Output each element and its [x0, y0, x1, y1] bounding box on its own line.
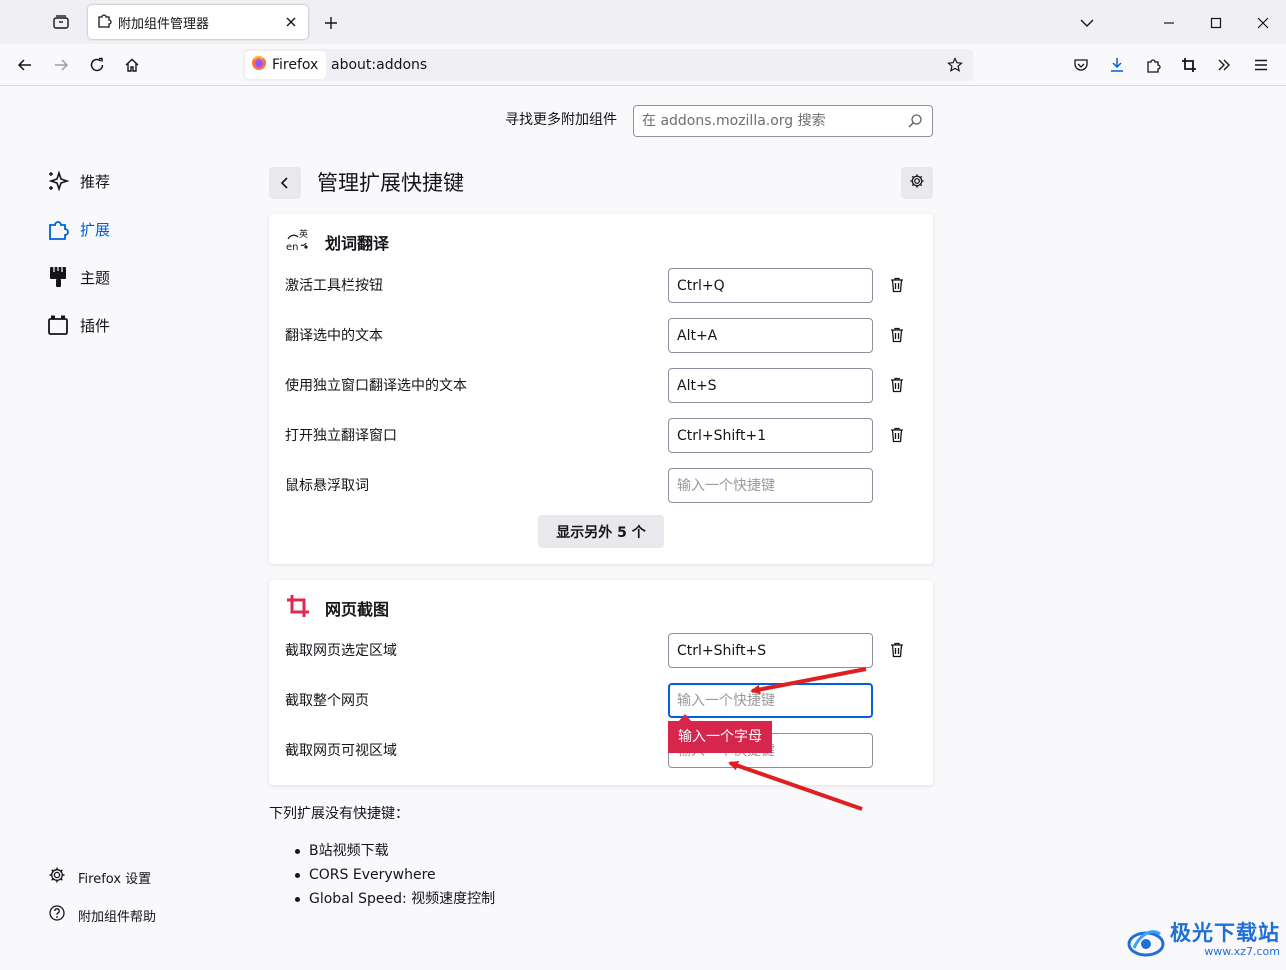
- shortcut-label: 截取网页选定区域: [285, 643, 397, 659]
- extension-name: 网页截图: [325, 600, 390, 619]
- aurora-logo-icon: [1127, 930, 1165, 957]
- shortcut-input[interactable]: [668, 683, 873, 718]
- shortcut-input[interactable]: [668, 633, 873, 668]
- tab-close-icon[interactable]: [282, 13, 300, 31]
- addons-page: 寻找更多附加组件 推荐 扩展 主题 插件 Firefox 设置: [0, 86, 1286, 970]
- footer-link-label: Firefox 设置: [78, 871, 152, 887]
- category-label: 推荐: [80, 172, 111, 191]
- watermark-logo: 极光下载站 www.xz7.com: [1126, 918, 1281, 962]
- gear-icon: [909, 173, 925, 193]
- bookmark-star-icon[interactable]: [943, 53, 967, 77]
- trash-icon[interactable]: [887, 324, 907, 346]
- tab-bar: 附加组件管理器: [0, 0, 1286, 44]
- window-close-icon[interactable]: [1252, 12, 1274, 34]
- no-shortcuts-heading: 下列扩展没有快捷键：: [269, 806, 409, 822]
- watermark-title: 极光下载站: [1170, 921, 1280, 945]
- trash-icon[interactable]: [887, 274, 907, 296]
- tab-addons-manager[interactable]: 附加组件管理器: [88, 5, 308, 39]
- minimize-icon[interactable]: [1158, 12, 1180, 34]
- pocket-icon[interactable]: [1069, 53, 1093, 77]
- trash-icon[interactable]: [887, 639, 907, 661]
- screenshot-crop-icon[interactable]: [1177, 53, 1201, 77]
- go-back-button[interactable]: [269, 167, 301, 199]
- shortcut-label: 截取网页可视区域: [285, 743, 397, 759]
- url-bar[interactable]: Firefox about:addons: [243, 49, 973, 81]
- extension-card-translate: 英 en 划词翻译 激活工具栏按钮 翻译选中的文本 使用独立窗口翻译选中的文本 …: [269, 214, 933, 564]
- shortcut-input[interactable]: [668, 418, 873, 453]
- firefox-logo-icon: [251, 55, 267, 75]
- category-label: 主题: [80, 268, 111, 287]
- crop-icon: [285, 593, 311, 623]
- category-extensions[interactable]: 扩展: [46, 215, 110, 243]
- category-label: 插件: [80, 316, 111, 335]
- sparkle-icon: [46, 169, 70, 193]
- shortcut-input[interactable]: [668, 268, 873, 303]
- shortcut-label: 激活工具栏按钮: [285, 278, 383, 294]
- show-more-button[interactable]: 显示另外 5 个: [538, 515, 664, 548]
- search-icon: [907, 113, 923, 129]
- watermark-url: www.xz7.com: [1204, 945, 1280, 958]
- shortcut-error-message: 输入一个字母: [668, 721, 772, 753]
- category-label: 扩展: [80, 220, 111, 239]
- shortcut-input[interactable]: [668, 318, 873, 353]
- list-item: CORS Everywhere: [294, 863, 495, 887]
- tab-overview-icon[interactable]: [48, 10, 74, 34]
- category-themes[interactable]: 主题: [46, 263, 110, 291]
- brush-icon: [46, 265, 70, 289]
- reload-icon[interactable]: [85, 53, 109, 77]
- amo-search-input[interactable]: [633, 105, 933, 137]
- list-item: Global Speed: 视频速度控制: [294, 887, 495, 911]
- find-more-label: 寻找更多附加组件: [505, 112, 617, 128]
- shortcut-input[interactable]: [668, 368, 873, 403]
- navigation-toolbar: Firefox about:addons: [0, 44, 1286, 86]
- page-title: 管理扩展快捷键: [317, 171, 464, 195]
- page-options-button[interactable]: [901, 167, 933, 199]
- trash-icon[interactable]: [887, 374, 907, 396]
- shortcut-label: 截取整个网页: [285, 693, 369, 709]
- svg-text:en: en: [286, 242, 299, 253]
- extension-card-screenshot: 网页截图 截取网页选定区域 截取整个网页 截取网页可视区域 输入一个字母: [269, 580, 933, 785]
- new-tab-icon[interactable]: [320, 12, 342, 34]
- translate-icon: 英 en: [285, 227, 311, 257]
- puzzle-icon: [96, 12, 112, 32]
- addons-help-link[interactable]: 附加组件帮助: [48, 904, 156, 926]
- maximize-icon[interactable]: [1205, 12, 1227, 34]
- firefox-settings-link[interactable]: Firefox 设置: [48, 866, 151, 888]
- identity-label: Firefox: [272, 57, 319, 73]
- shortcut-label: 打开独立翻译窗口: [285, 428, 397, 444]
- back-arrow-icon[interactable]: [13, 53, 37, 77]
- extension-name: 划词翻译: [325, 234, 390, 253]
- help-icon: [48, 904, 66, 926]
- list-all-tabs-icon[interactable]: [1076, 12, 1098, 34]
- identity-box[interactable]: Firefox: [245, 51, 327, 79]
- card-header: 网页截图: [285, 594, 389, 622]
- extensions-puzzle-icon[interactable]: [1141, 53, 1165, 77]
- home-icon[interactable]: [120, 53, 144, 77]
- trash-icon[interactable]: [887, 424, 907, 446]
- plugin-icon: [46, 313, 70, 337]
- app-menu-icon[interactable]: [1249, 53, 1273, 77]
- card-header: 英 en 划词翻译: [285, 228, 389, 256]
- overflow-chevron-icon[interactable]: [1212, 53, 1236, 77]
- puzzle-icon: [46, 217, 70, 241]
- downloads-icon[interactable]: [1105, 53, 1129, 77]
- shortcut-label: 使用独立窗口翻译选中的文本: [285, 378, 467, 394]
- gear-icon: [48, 866, 66, 888]
- shortcut-input[interactable]: [668, 468, 873, 503]
- forward-arrow-icon[interactable]: [49, 53, 73, 77]
- url-text[interactable]: about:addons: [331, 49, 427, 81]
- shortcut-label: 鼠标悬浮取词: [285, 478, 369, 494]
- footer-link-label: 附加组件帮助: [78, 909, 157, 925]
- category-recommended[interactable]: 推荐: [46, 167, 110, 195]
- svg-text:英: 英: [299, 228, 308, 240]
- category-plugins[interactable]: 插件: [46, 311, 110, 339]
- shortcut-label: 翻译选中的文本: [285, 328, 383, 344]
- no-shortcuts-list: B站视频下载 CORS Everywhere Global Speed: 视频速…: [294, 839, 495, 911]
- tab-title: 附加组件管理器: [118, 16, 210, 32]
- list-item: B站视频下载: [294, 839, 495, 863]
